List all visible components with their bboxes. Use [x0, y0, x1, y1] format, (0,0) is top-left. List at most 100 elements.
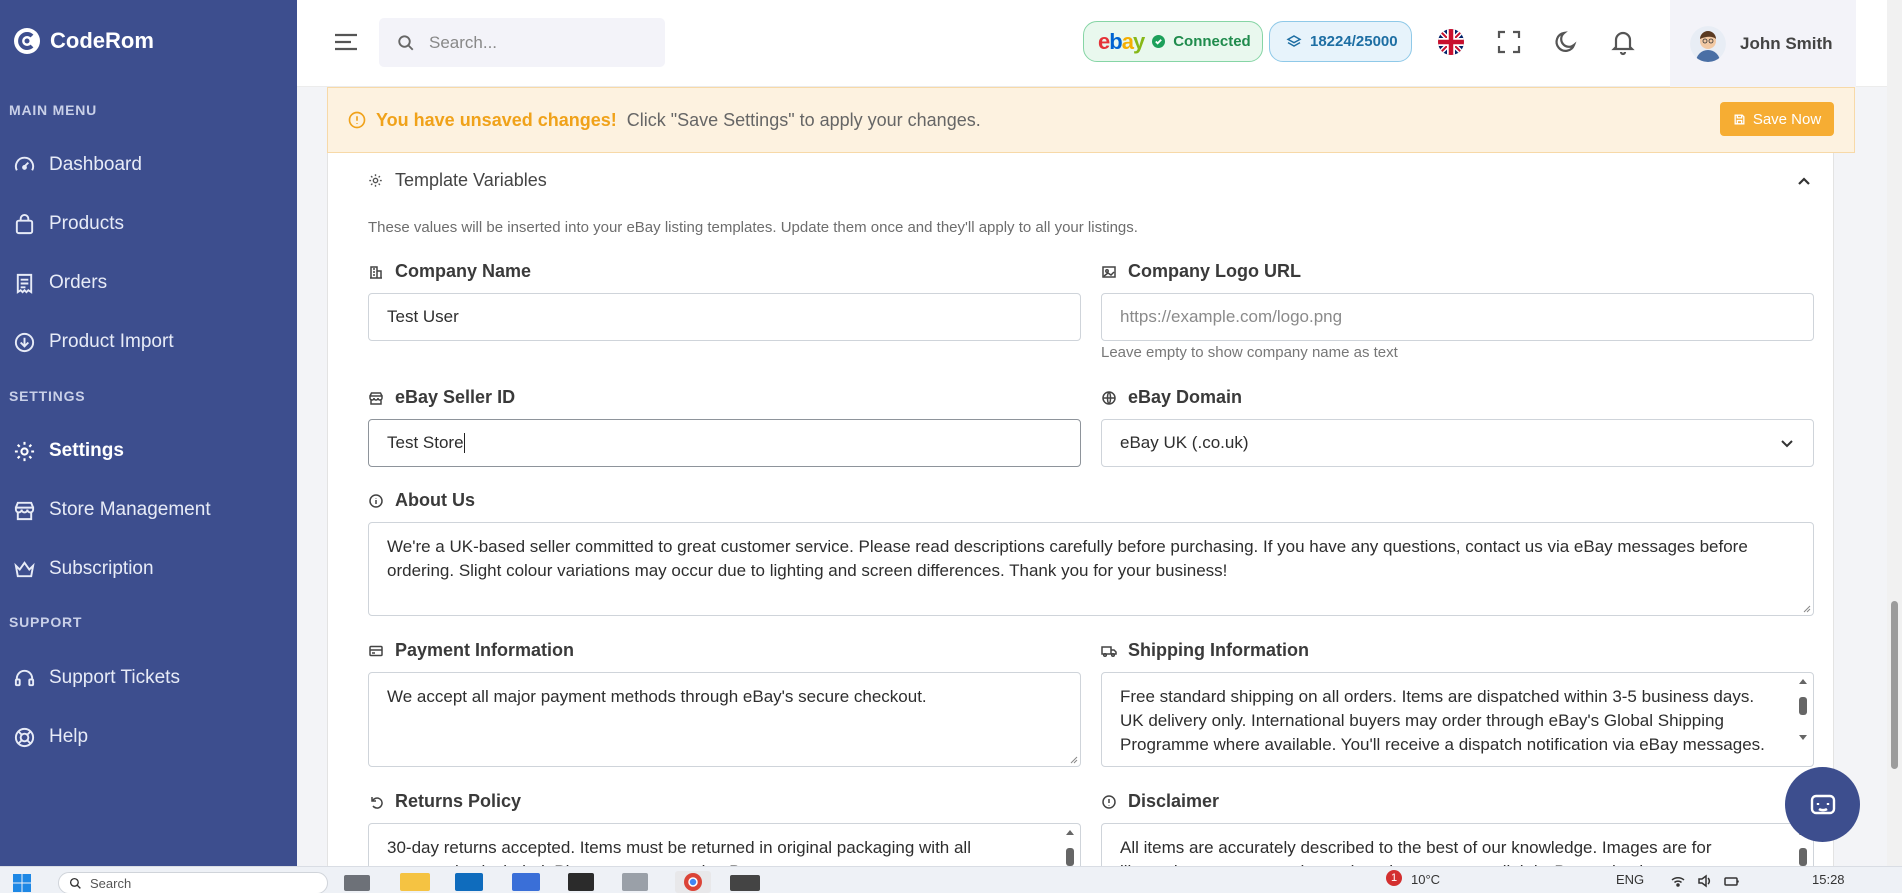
sidebar-item-products[interactable]: Products — [0, 204, 297, 244]
company-logo-url-field[interactable]: https://example.com/logo.png — [1101, 293, 1814, 341]
save-icon — [1734, 114, 1745, 124]
image-icon — [1102, 265, 1116, 278]
user-menu[interactable]: John Smith — [1670, 0, 1856, 87]
store-icon — [14, 501, 35, 520]
notepad-icon[interactable] — [622, 873, 648, 891]
credits-badge[interactable]: 18224/25000 — [1269, 21, 1412, 62]
lifebuoy-icon — [14, 727, 35, 747]
taskbar-search-label: Search — [90, 875, 132, 891]
textarea-scrollbar[interactable] — [1062, 826, 1078, 866]
sidebar-item-product-import[interactable]: Product Import — [0, 322, 297, 362]
save-now-button[interactable]: Save Now — [1720, 102, 1834, 136]
gear-icon — [14, 441, 35, 461]
alert-title: You have unsaved changes! — [376, 109, 617, 130]
page-scrollbar-thumb[interactable] — [1891, 601, 1898, 769]
mail-icon[interactable] — [512, 873, 540, 891]
shipping-textarea[interactable]: Free standard shipping on all orders. It… — [1101, 672, 1814, 767]
resize-handle-icon[interactable] — [1801, 603, 1811, 613]
chat-support-button[interactable] — [1785, 767, 1860, 842]
textarea-scrollbar[interactable] — [1795, 675, 1811, 755]
notification-bell-icon[interactable] — [1609, 28, 1637, 56]
alert-circle-icon — [348, 111, 366, 129]
fullscreen-icon[interactable] — [1495, 28, 1523, 56]
sidebar-item-settings[interactable]: Settings — [0, 431, 297, 471]
store-icon — [369, 391, 383, 405]
taskbar-search[interactable]: Search — [58, 872, 328, 893]
sidebar-item-label: Store Management — [49, 499, 211, 520]
sidebar-item-orders[interactable]: Orders — [0, 263, 297, 303]
sidebar-item-store-management[interactable]: Store Management — [0, 490, 297, 530]
company-logo-hint: Leave empty to show company name as text — [1101, 344, 1398, 361]
sidebar-item-label: Support Tickets — [49, 667, 180, 688]
volume-icon[interactable] — [1697, 873, 1713, 889]
wifi-icon[interactable] — [1670, 873, 1686, 889]
chevron-up-icon[interactable] — [1795, 172, 1813, 190]
language-indicator[interactable]: ENG — [1616, 872, 1644, 893]
ebay-status-text: Connected — [1173, 33, 1251, 50]
section-header[interactable]: Template Variables — [368, 170, 547, 191]
section-title: Template Variables — [395, 170, 547, 190]
page-scrollbar[interactable] — [1887, 0, 1902, 866]
info-icon — [369, 493, 383, 508]
brand-name: CodeRom — [50, 28, 154, 53]
search-icon — [398, 34, 414, 50]
sidebar-item-label: Help — [49, 726, 89, 747]
file-explorer-icon[interactable] — [400, 873, 430, 891]
save-now-label: Save Now — [1752, 110, 1822, 128]
globe-icon — [1102, 390, 1116, 405]
sidebar-item-support-tickets[interactable]: Support Tickets — [0, 658, 297, 698]
disclaimer-textarea[interactable]: All items are accurately described to th… — [1101, 823, 1814, 866]
sidebar-item-label: Subscription — [49, 558, 154, 579]
sidebar-item-subscription[interactable]: Subscription — [0, 549, 297, 589]
sidebar: CodeRom MAIN MENU Dashboard Products Ord… — [0, 0, 297, 866]
battery-icon[interactable] — [1724, 873, 1740, 889]
credit-card-icon — [369, 645, 383, 656]
search-box[interactable] — [379, 18, 665, 67]
app-icon[interactable] — [730, 875, 760, 891]
avatar — [1690, 25, 1726, 62]
sidebar-item-help[interactable]: Help — [0, 717, 297, 757]
windows-start-icon[interactable] — [12, 873, 32, 893]
brand-logo[interactable]: CodeRom — [12, 26, 154, 56]
ebay-connection-badge[interactable]: ebay Connected — [1083, 21, 1263, 62]
chrome-icon[interactable] — [675, 871, 711, 893]
sidebar-item-dashboard[interactable]: Dashboard — [0, 145, 297, 185]
search-input[interactable] — [429, 32, 649, 53]
returns-label: Returns Policy — [368, 791, 521, 812]
disclaimer-label: Disclaimer — [1101, 791, 1219, 812]
chevron-down-icon — [1781, 440, 1793, 448]
payment-label: Payment Information — [368, 640, 574, 661]
bag-icon — [15, 213, 34, 234]
terminal-icon[interactable] — [568, 873, 594, 891]
sidebar-item-label: Product Import — [49, 331, 174, 352]
ebay-domain-select[interactable]: eBay UK (.co.uk) — [1101, 419, 1814, 467]
check-icon — [1152, 35, 1166, 48]
user-name: John Smith — [1740, 33, 1833, 53]
alert-message: Click "Save Settings" to apply your chan… — [626, 109, 981, 130]
task-view-icon[interactable] — [344, 875, 370, 891]
layers-icon — [1286, 34, 1302, 47]
chat-icon — [1810, 794, 1835, 814]
ebay-logo-icon: ebay — [1098, 28, 1145, 54]
os-taskbar: Search 1 10°C ENG 15:28 — [0, 866, 1902, 893]
resize-handle-icon[interactable] — [1068, 754, 1078, 764]
undo-icon — [371, 796, 383, 809]
about-us-textarea[interactable]: We're a UK-based seller committed to gre… — [368, 522, 1814, 616]
outlook-icon[interactable] — [455, 873, 483, 891]
seller-id-label: eBay Seller ID — [368, 387, 515, 408]
dashboard-icon — [14, 156, 35, 171]
clock-time[interactable]: 15:28 — [1812, 872, 1845, 893]
company-name-field[interactable]: Test User — [368, 293, 1081, 341]
section-description: These values will be inserted into your … — [368, 219, 1138, 236]
weather-temp[interactable]: 10°C — [1411, 872, 1440, 893]
credits-count: 18224/25000 — [1310, 33, 1398, 50]
payment-textarea[interactable]: We accept all major payment methods thro… — [368, 672, 1081, 767]
returns-textarea[interactable]: 30-day returns accepted. Items must be r… — [368, 823, 1081, 866]
seller-id-field[interactable]: Test Store — [368, 419, 1081, 467]
text-caret — [463, 433, 465, 453]
dark-mode-moon-icon[interactable] — [1552, 28, 1580, 56]
about-us-label: About Us — [368, 490, 475, 511]
menu-toggle-icon[interactable] — [333, 30, 359, 54]
building-icon — [370, 265, 382, 279]
uk-flag-icon[interactable] — [1437, 28, 1465, 56]
